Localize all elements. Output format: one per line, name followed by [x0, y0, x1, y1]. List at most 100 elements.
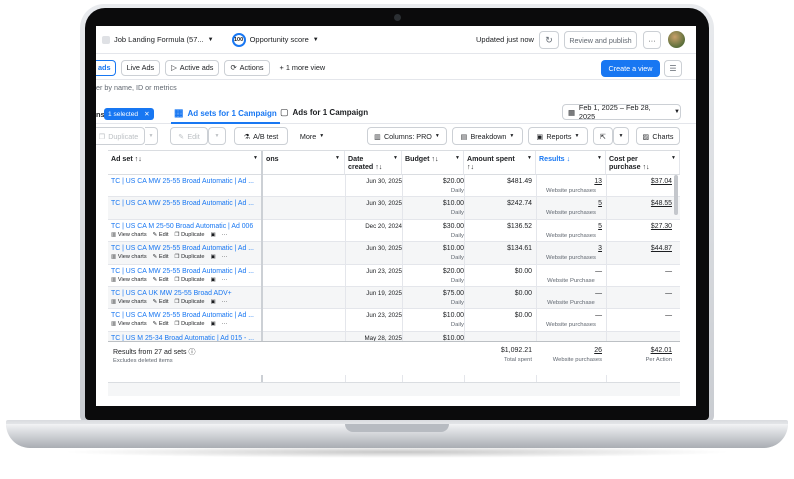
- cost-per-purchase[interactable]: —: [608, 268, 672, 275]
- vertical-scrollbar[interactable]: [674, 175, 678, 215]
- more-views-button[interactable]: + 1 more view: [274, 59, 331, 76]
- adset-name-link[interactable]: TC | US CA MW 25-55 Broad Automatic | Ad…: [111, 312, 254, 319]
- reports-button[interactable]: ▣ Reports ▼: [528, 127, 588, 145]
- more-icon[interactable]: ···: [222, 299, 228, 305]
- duplicate-button[interactable]: ❐ Duplicate: [96, 127, 145, 145]
- table-row[interactable]: TC | US CA MW 25-55 Broad Automatic | Ad…: [108, 309, 680, 332]
- col-date-created[interactable]: Date created ↑↓ ▼: [345, 151, 402, 175]
- ab-test-button[interactable]: ⚗ A/B test: [234, 127, 288, 145]
- table-row[interactable]: TC | US CA M 25-50 Broad Automatic | Ad …: [108, 220, 680, 243]
- refresh-button[interactable]: ↻: [539, 31, 559, 49]
- compare-icon[interactable]: ▣: [210, 321, 215, 327]
- results-value[interactable]: 13: [536, 178, 602, 185]
- compare-icon[interactable]: ▣: [210, 254, 215, 260]
- col-results[interactable]: Results ↓ ▼: [536, 151, 606, 175]
- col-amount-spent[interactable]: Amount spent ↑↓ ▼: [464, 151, 536, 175]
- view-charts-link[interactable]: ▥ View charts: [111, 299, 147, 305]
- compare-icon[interactable]: ▣: [210, 299, 215, 305]
- budget-value[interactable]: $10.00: [408, 312, 464, 319]
- adset-name-link[interactable]: TC | US CA UK MW 25-55 Broad ADV+: [111, 290, 232, 297]
- edit-link[interactable]: ✎ Edit: [153, 254, 169, 260]
- adset-name-link[interactable]: TC | US CA MW 25-55 Broad Automatic | Ad…: [111, 178, 254, 185]
- results-value[interactable]: 5: [536, 223, 602, 230]
- breakdown-button[interactable]: ▤ Breakdown ▼: [452, 127, 523, 145]
- view-charts-link[interactable]: ▥ View charts: [111, 254, 147, 260]
- info-icon[interactable]: ⓘ: [188, 349, 195, 356]
- duplicate-link[interactable]: ❐ Duplicate: [175, 254, 205, 260]
- adset-name-link[interactable]: TC | US CA M 25-50 Broad Automatic | Ad …: [111, 223, 253, 230]
- view-active-ads[interactable]: ▷ Active ads: [165, 59, 220, 76]
- table-row[interactable]: TC | US CA MW 25-55 Broad Automatic | Ad…: [108, 197, 680, 220]
- compare-icon[interactable]: ▣: [210, 277, 215, 283]
- cost-per-purchase[interactable]: $48.55: [608, 200, 672, 207]
- duplicate-link[interactable]: ❐ Duplicate: [175, 277, 205, 283]
- cost-per-purchase[interactable]: —: [608, 312, 672, 319]
- view-charts-link[interactable]: ▥ View charts: [111, 321, 147, 327]
- export-button[interactable]: ⇱: [593, 127, 613, 145]
- more-icon[interactable]: ···: [222, 254, 228, 260]
- results-value[interactable]: 3: [536, 245, 602, 252]
- budget-value[interactable]: $20.00: [408, 178, 464, 185]
- edit-link[interactable]: ✎ Edit: [153, 277, 169, 283]
- columns-button[interactable]: ▥ Columns: PRO ▼: [367, 127, 447, 145]
- table-row[interactable]: TC | US CA MW 25-55 Broad Automatic | Ad…: [108, 175, 680, 198]
- duplicate-link[interactable]: ❐ Duplicate: [175, 299, 205, 305]
- budget-value[interactable]: $75.00: [408, 290, 464, 297]
- opportunity-score[interactable]: 100 Opportunity score ▼: [231, 32, 319, 47]
- results-value[interactable]: —: [536, 312, 602, 319]
- close-icon[interactable]: ✕: [144, 110, 150, 118]
- date-range-picker[interactable]: ▦ Feb 1, 2025 – Feb 28, 2025 ▼: [562, 103, 681, 121]
- edit-button[interactable]: ✎ Edit: [170, 127, 208, 145]
- selection-chip[interactable]: 1 selected ✕: [104, 108, 154, 120]
- edit-link[interactable]: ✎ Edit: [153, 321, 169, 327]
- view-charts-link[interactable]: ▥ View charts: [111, 232, 147, 238]
- col-actions[interactable]: ons ▼: [263, 151, 345, 175]
- edit-link[interactable]: ✎ Edit: [153, 299, 169, 305]
- col-ad-set[interactable]: Ad set ↑↓ ▼: [108, 151, 263, 175]
- view-ads[interactable]: ads: [96, 59, 116, 76]
- cost-per-purchase[interactable]: $44.87: [608, 245, 672, 252]
- table-row[interactable]: TC | US CA UK MW 25-55 Broad ADV+ ▥ View …: [108, 287, 680, 310]
- avatar[interactable]: [668, 31, 685, 48]
- more-actions-button[interactable]: More ▼: [294, 127, 330, 145]
- account-selector[interactable]: Job Landing Formula (57... ▼: [102, 35, 214, 44]
- cost-per-purchase[interactable]: $37.04: [608, 178, 672, 185]
- compare-icon[interactable]: ▣: [210, 232, 215, 238]
- more-icon[interactable]: ···: [222, 277, 228, 283]
- search-input[interactable]: er by name, ID or metrics: [96, 83, 177, 92]
- results-value[interactable]: —: [536, 290, 602, 297]
- edit-dropdown[interactable]: ▼: [208, 127, 226, 145]
- duplicate-link[interactable]: ❐ Duplicate: [175, 232, 205, 238]
- horizontal-scroll-area[interactable]: [108, 382, 680, 396]
- budget-value[interactable]: $10.00: [408, 200, 464, 207]
- tab-ads[interactable]: ▢ Ads for 1 Campaign: [280, 107, 368, 118]
- tab-adsets[interactable]: ▦ Ad sets for 1 Campaign: [171, 104, 280, 124]
- export-dropdown[interactable]: ▼: [613, 127, 629, 145]
- create-view-button[interactable]: Create a view: [601, 60, 660, 77]
- results-value[interactable]: 5: [536, 200, 602, 207]
- more-button[interactable]: ···: [643, 31, 661, 49]
- cost-per-purchase[interactable]: —: [608, 290, 672, 297]
- cost-per-purchase[interactable]: $27.30: [608, 223, 672, 230]
- duplicate-dropdown[interactable]: ▼: [145, 127, 158, 145]
- more-icon[interactable]: ···: [222, 321, 228, 327]
- duplicate-link[interactable]: ❐ Duplicate: [175, 321, 205, 327]
- budget-value[interactable]: $10.00: [408, 245, 464, 252]
- budget-value[interactable]: $20.00: [408, 268, 464, 275]
- table-row[interactable]: TC | US CA MW 25-55 Broad Automatic | Ad…: [108, 265, 680, 287]
- view-charts-link[interactable]: ▥ View charts: [111, 277, 147, 283]
- adset-name-link[interactable]: TC | US CA MW 25-55 Broad Automatic | Ad…: [111, 268, 254, 275]
- adset-name-link[interactable]: TC | US CA MW 25-55 Broad Automatic | Ad…: [111, 245, 254, 252]
- budget-value[interactable]: $30.00: [408, 223, 464, 230]
- col-budget[interactable]: Budget ↑↓ ▼: [402, 151, 464, 175]
- adset-name-link[interactable]: TC | US CA MW 25-55 Broad Automatic | Ad…: [111, 200, 254, 207]
- edit-link[interactable]: ✎ Edit: [153, 232, 169, 238]
- more-icon[interactable]: ···: [222, 232, 228, 238]
- view-live-ads[interactable]: Live Ads: [120, 59, 161, 76]
- table-row[interactable]: TC | US CA MW 25-55 Broad Automatic | Ad…: [108, 242, 680, 265]
- charts-button[interactable]: ▨ Charts: [636, 127, 680, 145]
- results-value[interactable]: —: [536, 268, 602, 275]
- view-actions[interactable]: ⟳ Actions: [224, 59, 270, 76]
- col-cost-per-purchase[interactable]: Cost per purchase ↑↓ ▼: [606, 151, 680, 175]
- settings-sliders-icon[interactable]: ☰: [664, 60, 682, 77]
